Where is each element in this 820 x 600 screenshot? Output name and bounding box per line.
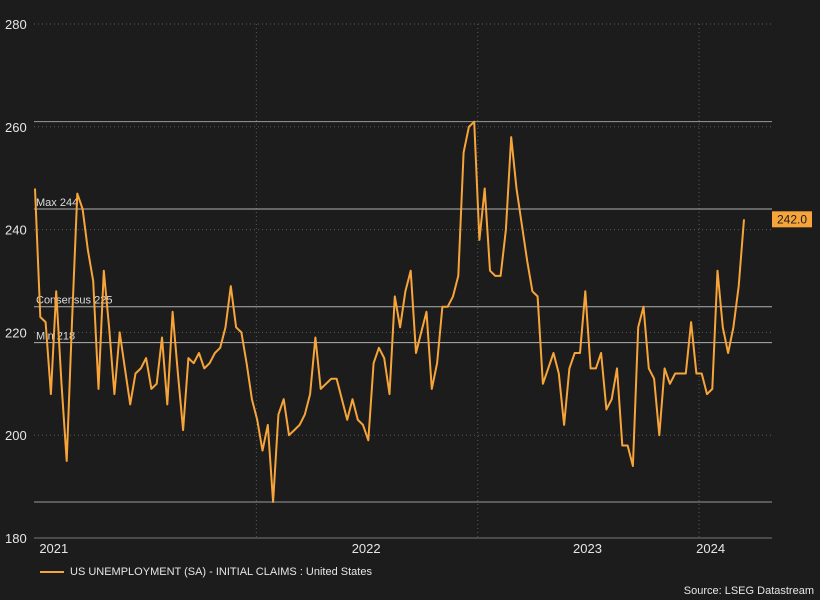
x-tick-label: 2021 <box>39 541 68 556</box>
y-tick-label: 280 <box>5 17 27 32</box>
legend-swatch <box>40 571 64 573</box>
series-line <box>34 120 745 503</box>
last-value-callout: 242.0 <box>772 211 812 228</box>
chart-grid <box>34 23 772 538</box>
reference-line-label: Min 218 <box>36 331 75 343</box>
x-tick-label: 2024 <box>696 541 725 556</box>
last-value-label: 242.0 <box>777 212 807 226</box>
chart-axes: 180 200 220 240 260 280 2021 2022 2023 2024 <box>5 17 772 556</box>
y-tick-label: 240 <box>5 223 27 238</box>
reference-line-label: Max 244 <box>36 197 78 209</box>
y-tick-label: 200 <box>5 428 27 443</box>
line-chart: Max 244 Consensus 225 Min 218 180 200 220 240… <box>5 17 812 556</box>
chart-legend: US UNEMPLOYMENT (SA) - INITIAL CLAIMS : … <box>40 566 372 578</box>
x-tick-label: 2023 <box>573 541 602 556</box>
y-tick-label: 220 <box>5 325 27 340</box>
source-note: Source: LSEG Datastream <box>683 585 814 597</box>
legend-label: US UNEMPLOYMENT (SA) - INITIAL CLAIMS : … <box>70 566 372 578</box>
y-tick-label: 180 <box>5 531 27 546</box>
chart-series <box>34 120 745 503</box>
reference-line-label: Consensus 225 <box>36 295 112 307</box>
x-tick-label: 2022 <box>352 541 381 556</box>
y-tick-label: 260 <box>5 120 27 135</box>
